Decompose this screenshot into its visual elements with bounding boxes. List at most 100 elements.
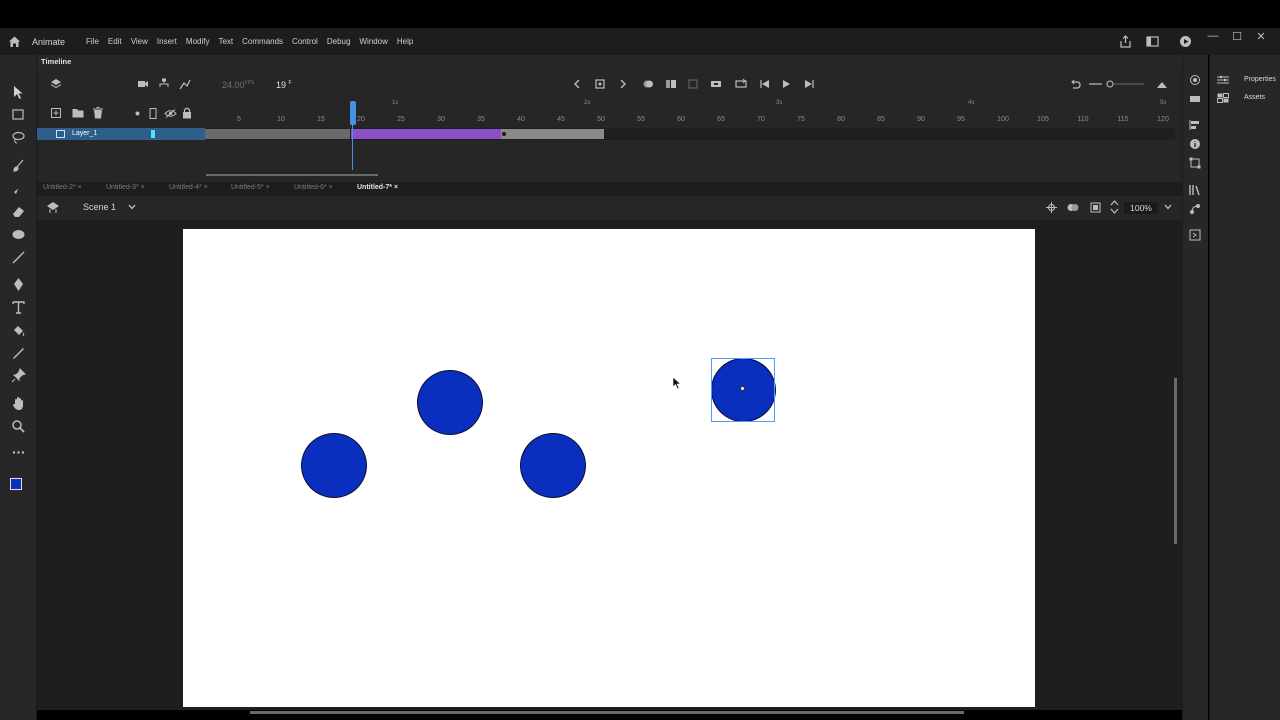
tab-close-icon[interactable]: × (78, 184, 82, 191)
properties-icon[interactable] (1217, 75, 1229, 85)
insert-keyframe-icon[interactable] (594, 78, 606, 90)
fill-color-swatch[interactable] (10, 478, 22, 490)
free-transform-tool-icon[interactable] (11, 107, 26, 122)
lasso-tool-icon[interactable] (11, 130, 26, 145)
color-effect-icon[interactable] (1067, 202, 1079, 213)
playhead[interactable] (350, 101, 356, 125)
selection-tool-icon[interactable] (11, 85, 26, 100)
tween-span[interactable] (351, 129, 501, 139)
tab-untitled-3[interactable]: Untitled-3* × (106, 184, 145, 191)
onion-skin-icon[interactable] (642, 78, 654, 90)
blue-ball[interactable] (520, 433, 586, 498)
line-tool-icon[interactable] (11, 250, 26, 265)
menu-debug[interactable]: Debug (327, 37, 351, 46)
more-tools-icon[interactable] (11, 445, 26, 460)
brush-icon[interactable] (11, 181, 26, 196)
camera-icon[interactable] (137, 78, 149, 90)
eyedropper-tool-icon[interactable] (11, 346, 26, 361)
next-keyframe-icon[interactable] (617, 78, 629, 90)
close-window-button[interactable]: ✕ (1254, 30, 1268, 43)
menu-text[interactable]: Text (218, 37, 233, 46)
add-layer-icon[interactable] (51, 108, 61, 118)
loop-icon[interactable] (735, 78, 747, 90)
assets-icon[interactable] (1217, 93, 1229, 103)
tab-close-icon[interactable]: × (394, 184, 398, 191)
layer-row[interactable]: Layer_1 (37, 128, 205, 140)
outline-layer-icon[interactable] (149, 108, 157, 119)
center-stage-icon[interactable] (1046, 202, 1057, 213)
menu-modify[interactable]: Modify (186, 37, 210, 46)
folder-icon[interactable] (72, 108, 84, 118)
transformation-point[interactable] (740, 386, 745, 391)
undo-icon[interactable] (1069, 78, 1081, 90)
menu-help[interactable]: Help (397, 37, 413, 46)
home-icon[interactable] (8, 35, 21, 48)
assets-tab[interactable]: Assets (1244, 94, 1265, 101)
lock-icon[interactable] (182, 107, 192, 119)
maximize-button[interactable]: ☐ (1230, 30, 1244, 43)
menu-file[interactable]: File (86, 37, 99, 46)
chevron-down-icon[interactable] (128, 204, 136, 210)
zoom-dropdown-icon[interactable] (1164, 204, 1172, 210)
tab-untitled-7[interactable]: Untitled-7* × (357, 184, 398, 191)
fit-stage-icon[interactable] (1110, 200, 1119, 214)
convert-icon[interactable] (687, 78, 699, 90)
onion-icon[interactable] (1189, 74, 1201, 86)
panel-icon[interactable] (1146, 35, 1159, 48)
zoom-tool-icon[interactable] (11, 419, 26, 434)
expand-timeline-icon[interactable] (1156, 78, 1168, 90)
info-icon[interactable] (1189, 138, 1201, 150)
graph-icon[interactable] (179, 78, 191, 90)
static-frames-span[interactable] (205, 129, 350, 139)
delete-layer-icon[interactable] (93, 107, 103, 119)
layers-icon[interactable] (50, 78, 62, 90)
timeline-hscroll[interactable] (206, 174, 378, 176)
tab-untitled-5[interactable]: Untitled-5* × (231, 184, 270, 191)
zoom-level[interactable]: 100% (1124, 202, 1158, 214)
menu-insert[interactable]: Insert (157, 37, 177, 46)
tab-close-icon[interactable]: × (266, 184, 270, 191)
tab-untitled-2[interactable]: Untitled-2* × (43, 184, 82, 191)
menu-control[interactable]: Control (292, 37, 318, 46)
menu-window[interactable]: Window (359, 37, 387, 46)
edit-multiple-frames-icon[interactable] (665, 78, 677, 90)
tab-close-icon[interactable]: × (141, 184, 145, 191)
menu-edit[interactable]: Edit (108, 37, 122, 46)
static-frames-span-end[interactable] (501, 129, 604, 139)
paint-bucket-tool-icon[interactable] (11, 323, 26, 338)
eraser-tool-icon[interactable] (11, 204, 26, 219)
highlight-layer-dot[interactable] (135, 111, 140, 116)
keyboard-icon[interactable] (1189, 93, 1201, 105)
pin-tool-icon[interactable] (11, 368, 26, 383)
step-forward-icon[interactable] (803, 78, 815, 90)
blue-ball[interactable] (417, 370, 483, 435)
minimize-button[interactable]: — (1206, 30, 1220, 43)
prev-keyframe-icon[interactable] (571, 78, 583, 90)
frames-strip[interactable] (205, 128, 1175, 140)
play-button-icon[interactable] (780, 78, 792, 90)
blue-ball[interactable] (301, 433, 367, 498)
stage-vertical-scrollbar[interactable] (1174, 378, 1177, 544)
library-icon[interactable] (1189, 184, 1201, 196)
frame-zoom-slider[interactable] (1088, 79, 1146, 89)
properties-tab[interactable]: Properties (1244, 76, 1276, 83)
oval-tool-icon[interactable] (11, 227, 26, 242)
tab-untitled-6[interactable]: Untitled-6* × (294, 184, 333, 191)
fps-display[interactable]: 24.00FPS (222, 80, 254, 90)
hierarchy-icon[interactable] (158, 78, 170, 90)
tab-close-icon[interactable]: × (329, 184, 333, 191)
rewind-icon[interactable] (759, 78, 771, 90)
visibility-icon[interactable] (164, 109, 177, 118)
hand-tool-icon[interactable] (11, 396, 26, 411)
paint-brush-tool-icon[interactable] (11, 158, 26, 173)
frame-icon[interactable] (710, 78, 722, 90)
clip-canvas-icon[interactable] (1090, 202, 1101, 213)
text-tool-icon[interactable] (11, 300, 26, 315)
transform-icon[interactable] (1189, 157, 1201, 169)
menu-commands[interactable]: Commands (242, 37, 283, 46)
share-icon[interactable] (1119, 35, 1132, 48)
scene-icon[interactable] (47, 202, 59, 213)
menu-view[interactable]: View (131, 37, 148, 46)
code-snippets-icon[interactable] (1189, 229, 1201, 241)
align-icon[interactable] (1189, 119, 1201, 131)
